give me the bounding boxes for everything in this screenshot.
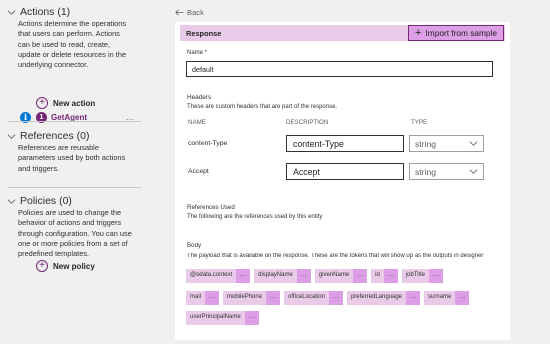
section-divider <box>8 121 141 122</box>
token-label: mobilePhone <box>223 291 267 305</box>
left-panel: Actions (1) Actions determine the operat… <box>0 0 150 344</box>
policies-description: Policies are used to change the behavior… <box>18 208 132 259</box>
token-label: surname <box>424 291 456 305</box>
new-policy-label: New policy <box>53 261 95 271</box>
section-divider <box>8 187 141 188</box>
token-more-button[interactable]: … <box>236 269 251 283</box>
actions-title: Actions (1) <box>20 6 71 18</box>
token-more-button[interactable]: … <box>455 291 470 305</box>
header-type-value: string <box>415 138 437 149</box>
header-type-select[interactable]: string <box>409 163 484 180</box>
token-row: userPrincipalName… <box>186 311 259 325</box>
token-label: officeLocation <box>284 291 329 305</box>
actions-section-header[interactable]: Actions (1) <box>7 6 70 18</box>
add-circle-icon: + <box>36 260 48 272</box>
token-chip[interactable]: surname… <box>424 291 470 305</box>
token-more-button[interactable]: … <box>428 269 443 283</box>
token-more-button[interactable]: … <box>205 291 220 305</box>
token-more-button[interactable]: … <box>328 291 343 305</box>
headers-title: Headers <box>187 94 212 101</box>
response-title: Response <box>186 29 222 38</box>
import-label: Import from sample <box>425 28 497 38</box>
import-from-sample-button[interactable]: + Import from sample <box>408 25 504 41</box>
header-row-name: Accept <box>188 168 209 175</box>
new-policy-button[interactable]: + New policy <box>36 260 95 272</box>
token-label: @odata.context <box>186 269 237 283</box>
column-header-name: NAME <box>188 119 206 126</box>
token-chip[interactable]: givenName… <box>314 269 368 283</box>
back-label: Back <box>187 8 204 17</box>
token-label: id <box>371 269 384 283</box>
token-label: userPrincipalName <box>186 311 245 325</box>
name-field-label: Name * <box>187 50 208 56</box>
column-header-type: TYPE <box>411 119 428 126</box>
add-circle-icon: + <box>36 97 48 109</box>
new-action-button-row[interactable]: + New action <box>36 97 95 109</box>
token-label: mail <box>186 291 206 305</box>
references-used-title: References Used <box>187 204 235 211</box>
token-chip[interactable]: officeLocation… <box>284 291 343 305</box>
token-chip[interactable]: jobTitle… <box>401 269 443 283</box>
token-chip[interactable]: @odata.context… <box>186 269 251 283</box>
references-title: References (0) <box>20 130 90 142</box>
references-section-header[interactable]: References (0) <box>7 130 89 142</box>
token-more-button[interactable]: … <box>406 291 421 305</box>
token-chip[interactable]: displayName… <box>254 269 311 283</box>
actions-description: Actions determine the operations that us… <box>18 19 127 70</box>
arrow-left-icon <box>175 9 184 16</box>
token-label: givenName <box>314 269 354 283</box>
chevron-down-icon <box>7 133 16 139</box>
policies-title: Policies (0) <box>20 195 72 207</box>
chevron-down-icon <box>7 198 16 204</box>
references-used-description: The following are the references used by… <box>187 214 323 220</box>
token-row: @odata.context… displayName… givenName… id…… <box>186 269 443 283</box>
token-chip[interactable]: userPrincipalName… <box>186 311 259 325</box>
token-more-button[interactable]: … <box>383 269 398 283</box>
body-description: The payload that is available on the res… <box>187 253 484 259</box>
column-header-description: DESCRIPTION <box>286 119 329 126</box>
token-more-button[interactable]: … <box>353 269 368 283</box>
token-chip[interactable]: preferredLanguage… <box>346 291 421 305</box>
back-link[interactable]: Back <box>175 8 204 17</box>
plus-icon: + <box>415 26 422 39</box>
chevron-down-icon <box>469 169 478 174</box>
header-description-input[interactable] <box>286 135 404 152</box>
token-more-button[interactable]: … <box>244 311 259 325</box>
chevron-down-icon <box>7 9 16 15</box>
name-input[interactable] <box>186 61 493 77</box>
chevron-down-icon <box>469 141 478 146</box>
header-type-select[interactable]: string <box>409 135 484 152</box>
header-type-value: string <box>415 166 437 177</box>
token-chip[interactable]: mail… <box>186 291 220 305</box>
headers-description: These are custom headers that are part o… <box>187 104 338 110</box>
token-label: jobTitle <box>401 269 429 283</box>
token-label: displayName <box>254 269 297 283</box>
body-title: Body <box>187 242 202 249</box>
token-row: mail… mobilePhone… officeLocation… preferre… <box>186 291 470 305</box>
token-chip[interactable]: mobilePhone… <box>223 291 281 305</box>
token-label: preferredLanguage <box>346 291 407 305</box>
new-action-label: New action <box>53 98 96 108</box>
header-row-name: content-Type <box>188 140 228 147</box>
policies-section-header[interactable]: Policies (0) <box>7 195 72 207</box>
references-description: References are reusable parameters used … <box>18 143 126 173</box>
token-more-button[interactable]: … <box>266 291 281 305</box>
response-header-bar: Response + Import from sample <box>180 25 505 41</box>
header-description-input[interactable] <box>286 163 404 180</box>
token-more-button[interactable]: … <box>296 269 311 283</box>
token-chip[interactable]: id… <box>371 269 398 283</box>
